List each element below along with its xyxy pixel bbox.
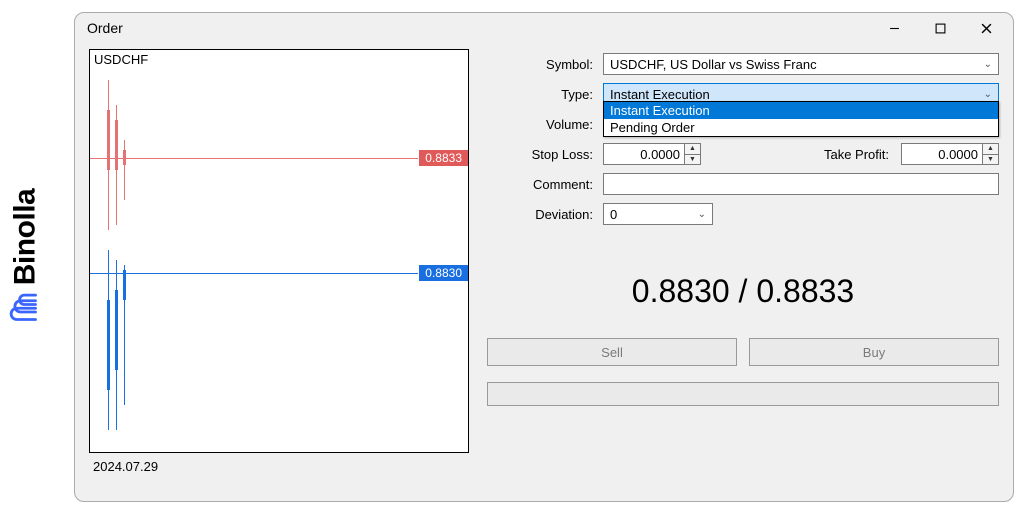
- chevron-down-icon: ⌄: [698, 209, 706, 220]
- binolla-logo-icon: [9, 293, 42, 323]
- brand-sidebar: Binolla: [0, 0, 60, 512]
- spinner-arrows[interactable]: ▲▼: [684, 144, 700, 164]
- symbol-value: USDCHF, US Dollar vs Swiss Franc: [610, 57, 817, 72]
- ask-price-tag: 0.8833: [419, 150, 468, 166]
- chevron-down-icon: ⌄: [984, 59, 992, 70]
- takeprofit-field[interactable]: [902, 144, 982, 164]
- ask-line: [90, 158, 418, 159]
- volume-label: Volume:: [487, 117, 597, 132]
- type-dropdown[interactable]: Instant Execution Pending Order: [603, 101, 999, 137]
- chart-symbol-label: USDCHF: [94, 52, 148, 67]
- type-option-instant[interactable]: Instant Execution: [604, 102, 998, 119]
- order-form: Symbol: USDCHF, US Dollar vs Swiss Franc…: [487, 49, 999, 487]
- tick-chart: USDCHF 0.8833 0.8830: [89, 49, 469, 453]
- status-bar: [487, 382, 999, 406]
- type-label: Type:: [487, 87, 597, 102]
- spinner-arrows[interactable]: ▲▼: [982, 144, 998, 164]
- deviation-label: Deviation:: [487, 207, 597, 222]
- comment-label: Comment:: [487, 177, 597, 192]
- chart-date-label: 2024.07.29: [89, 453, 469, 474]
- sell-button[interactable]: Sell: [487, 338, 737, 366]
- stoploss-label: Stop Loss:: [487, 147, 597, 162]
- chart-panel: USDCHF 0.8833 0.8830 2024: [89, 49, 469, 487]
- deviation-select[interactable]: 0 ⌄: [603, 203, 713, 225]
- takeprofit-label: Take Profit:: [824, 147, 895, 162]
- price-display: 0.8830 / 0.8833: [487, 273, 999, 310]
- window-title: Order: [87, 20, 871, 36]
- stoploss-input[interactable]: ▲▼: [603, 143, 701, 165]
- buy-button[interactable]: Buy: [749, 338, 999, 366]
- deviation-value: 0: [610, 207, 617, 222]
- takeprofit-input[interactable]: ▲▼: [901, 143, 999, 165]
- type-value: Instant Execution: [610, 87, 710, 102]
- brand-name: Binolla: [8, 189, 42, 286]
- symbol-label: Symbol:: [487, 57, 597, 72]
- bid-line: [90, 273, 418, 274]
- type-option-pending[interactable]: Pending Order: [604, 119, 998, 136]
- close-button[interactable]: [963, 13, 1009, 43]
- minimize-button[interactable]: [871, 13, 917, 43]
- bid-price-tag: 0.8830: [419, 265, 468, 281]
- maximize-button[interactable]: [917, 13, 963, 43]
- order-window: Order USDCHF 0.8833 0.8830: [74, 12, 1014, 502]
- stoploss-field[interactable]: [604, 144, 684, 164]
- symbol-select[interactable]: USDCHF, US Dollar vs Swiss Franc ⌄: [603, 53, 999, 75]
- comment-input[interactable]: [603, 173, 999, 195]
- chevron-down-icon: ⌄: [984, 89, 992, 100]
- titlebar: Order: [75, 13, 1013, 43]
